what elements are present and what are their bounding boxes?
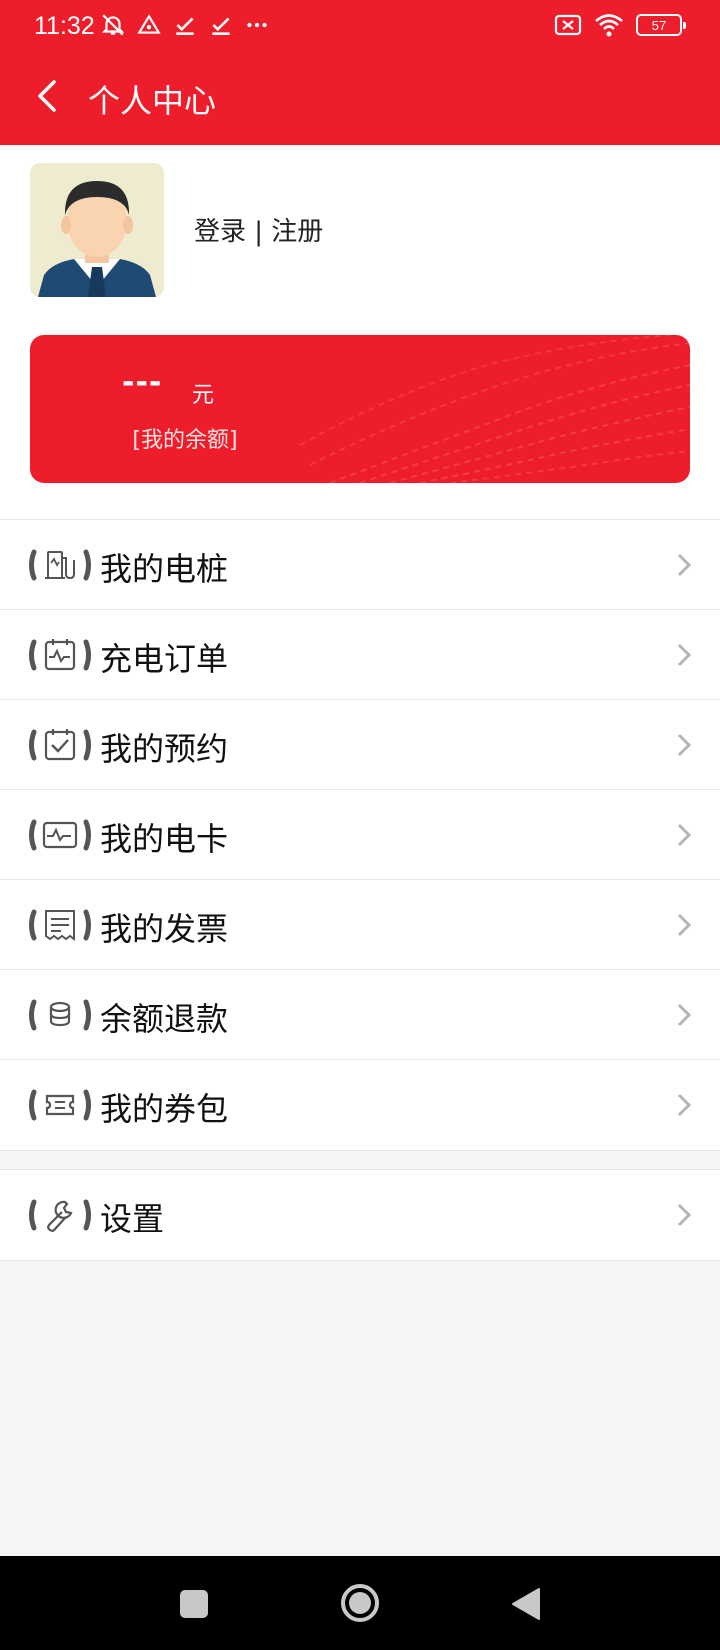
wifi-icon [595, 14, 623, 37]
menu-label: 设置 [100, 1200, 165, 1238]
home-button[interactable] [338, 1581, 382, 1625]
reservation-icon [29, 729, 91, 761]
chevron-right-icon [677, 823, 692, 847]
settings-icon [29, 1199, 91, 1232]
square-icon [180, 1590, 208, 1618]
menu-label: 我的预约 [100, 730, 229, 768]
menu-label: 我的券包 [100, 1090, 229, 1128]
settings-group: 设置 [0, 1169, 720, 1261]
order-icon [29, 639, 91, 671]
card-icon [29, 819, 91, 851]
back-nav-button[interactable] [506, 1584, 546, 1624]
invoice-icon [29, 909, 91, 941]
status-notification-icons [100, 12, 270, 38]
recents-button[interactable] [176, 1586, 212, 1622]
back-button[interactable] [26, 74, 66, 118]
menu-item-my-card[interactable]: 我的电卡 [0, 790, 720, 880]
chevron-right-icon [677, 553, 692, 577]
balance-amount: --- [122, 365, 163, 400]
avatar[interactable] [30, 163, 164, 297]
login-register-link[interactable]: 登录 | 注册 [194, 211, 323, 248]
menu-label: 我的发票 [100, 910, 229, 948]
balance-unit: 元 [192, 383, 215, 408]
coupon-icon [29, 1089, 91, 1121]
refund-icon [29, 999, 91, 1031]
battery-indicator: 57 [636, 14, 686, 36]
menu-label: 充电订单 [100, 640, 229, 678]
check-icon [176, 17, 194, 35]
menu-label: 余额退款 [100, 1000, 229, 1038]
menu-item-charging-orders[interactable]: 充电订单 [0, 610, 720, 700]
battery-level: 57 [651, 17, 667, 33]
menu-label: 我的电桩 [100, 550, 229, 588]
menu-item-my-invoices[interactable]: 我的发票 [0, 880, 720, 970]
chevron-right-icon [677, 643, 692, 667]
system-nav-bar [0, 1556, 720, 1650]
user-avatar-icon [38, 181, 156, 297]
status-time: 11:32 [34, 12, 95, 40]
status-bar: 11:32 57 [0, 0, 720, 54]
card-wave-pattern [299, 335, 690, 483]
check-icon [212, 17, 230, 35]
menu-list: 我的电桩 充电订单 我的预约 我的电卡 我的发票 余额退款 我的券包 [0, 519, 720, 1151]
chevron-right-icon [677, 733, 692, 757]
balance-label: [我的余额] [132, 428, 238, 453]
chevron-right-icon [677, 1093, 692, 1117]
menu-item-my-charging-pile[interactable]: 我的电桩 [0, 520, 720, 610]
page-title: 个人中心 [88, 82, 217, 120]
status-system-icons: 57 [554, 12, 686, 38]
app-header: 11:32 57 个人中心 [0, 0, 720, 145]
profile-section: 登录 | 注册 --- 元 [我的余额] [0, 145, 720, 520]
chevron-left-icon [38, 80, 56, 112]
menu-item-my-coupons[interactable]: 我的券包 [0, 1060, 720, 1150]
chevron-right-icon [677, 913, 692, 937]
circle-icon [341, 1584, 379, 1622]
balance-card[interactable]: --- 元 [我的余额] [30, 335, 690, 483]
menu-item-settings[interactable]: 设置 [0, 1170, 720, 1260]
menu-label: 我的电卡 [100, 820, 229, 858]
chevron-right-icon [677, 1203, 692, 1227]
menu-item-my-reservations[interactable]: 我的预约 [0, 700, 720, 790]
chevron-right-icon [677, 1003, 692, 1027]
menu-item-balance-refund[interactable]: 余额退款 [0, 970, 720, 1060]
charging-pile-icon [29, 549, 91, 581]
nav-bar: 个人中心 [0, 60, 720, 132]
sim-off-icon [554, 14, 582, 36]
more-icon [247, 22, 267, 28]
drive-icon [137, 14, 161, 34]
triangle-back-icon [512, 1588, 540, 1620]
mute-icon [101, 14, 125, 36]
